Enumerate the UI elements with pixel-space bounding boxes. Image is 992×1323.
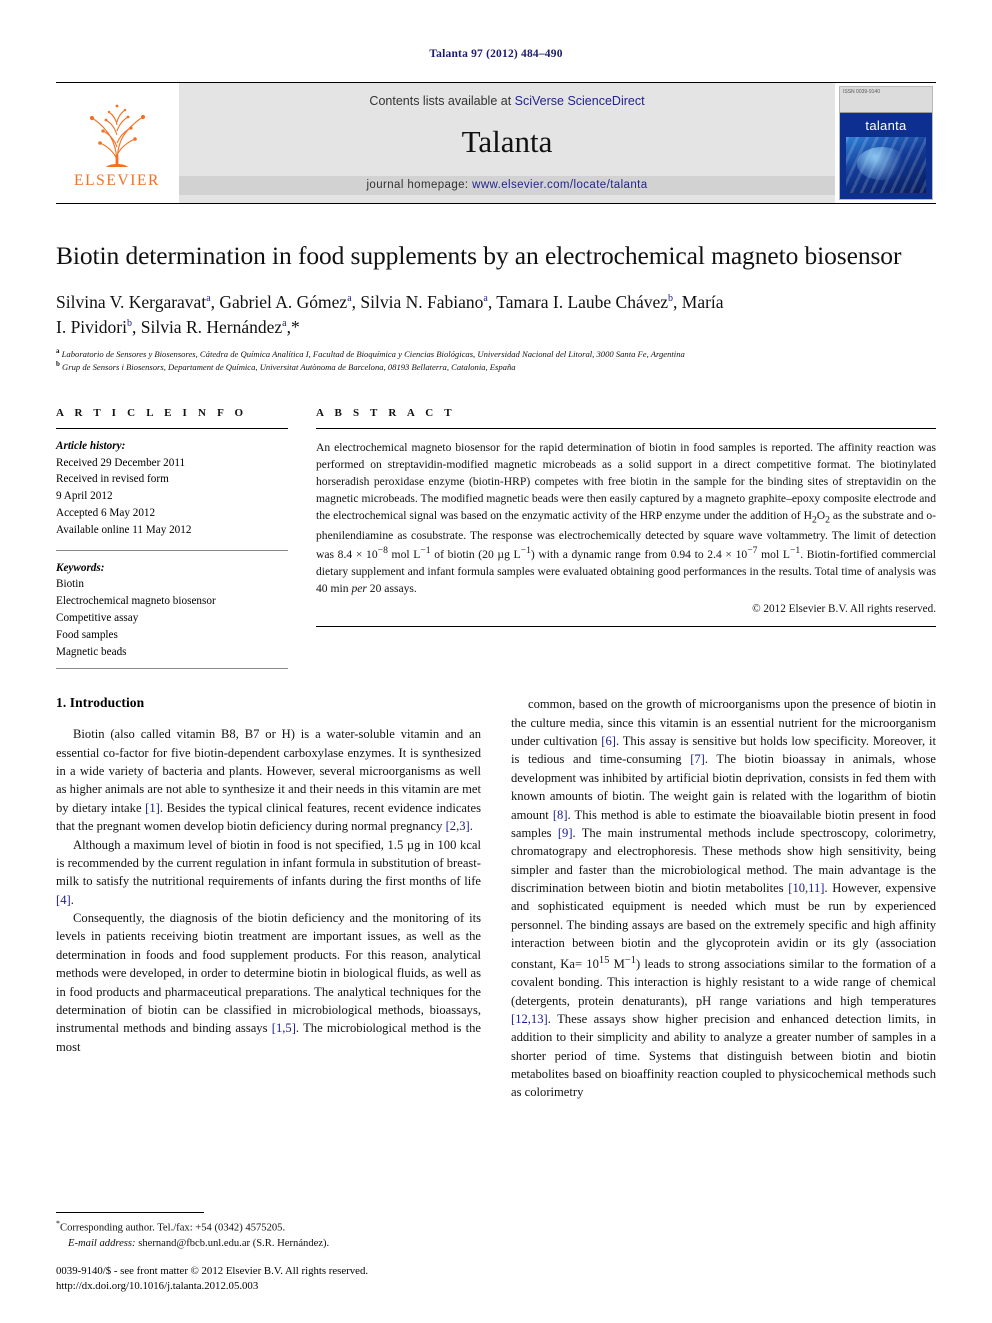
imprint-block: 0039-9140/$ - see front matter © 2012 El… — [56, 1264, 474, 1295]
keywords-block: Keywords: Biotin Electrochemical magneto… — [56, 551, 288, 661]
keyword-item: Electrochemical magneto biosensor — [56, 595, 216, 608]
elsevier-tree-icon — [80, 97, 154, 171]
affiliation-b: b Grup de Sensors i Biosensors, Departam… — [56, 359, 516, 372]
keyword-item: Food samples — [56, 628, 118, 641]
email-address[interactable]: shernand@fbcb.unl.edu.ar (S.R. Hernández… — [138, 1238, 329, 1249]
masthead-center: Contents lists available at SciVerse Sci… — [178, 83, 836, 203]
running-head: Talanta 97 (2012) 484–490 — [429, 48, 563, 60]
article-history-label: Article history: — [56, 439, 126, 452]
author-line-1: Silvina V. Kergaravata, Gabriel A. Gómez… — [56, 291, 724, 312]
abstract-copyright: © 2012 Elsevier B.V. All rights reserved… — [752, 603, 936, 616]
article-info-heading: A R T I C L E I N F O — [56, 406, 248, 419]
abstract-text: An electrochemical magneto biosensor for… — [316, 440, 936, 596]
cover-artwork — [846, 137, 926, 193]
journal-homepage-bar: journal homepage: www.elsevier.com/locat… — [179, 176, 835, 195]
history-item: 9 April 2012 — [56, 490, 113, 503]
paper-page: Talanta 97 (2012) 484–490 ELSEVIER Conte… — [0, 0, 992, 1323]
body-column-left: 1. Introduction Biotin (also called vita… — [56, 695, 481, 1101]
keyword-item: Biotin — [56, 578, 84, 591]
abstract-text-block: An electrochemical magneto biosensor for… — [316, 429, 936, 618]
article-info-bottom-rule — [56, 668, 288, 670]
contents-prefix: Contents lists available at — [369, 94, 515, 108]
abstract-bottom-rule — [316, 625, 936, 627]
body-paragraph: Although a maximum level of biotin in fo… — [56, 837, 481, 907]
info-abstract-row: A R T I C L E I N F O Article history: R… — [56, 407, 936, 670]
keyword-item: Magnetic beads — [56, 645, 127, 658]
body-paragraph: Consequently, the diagnosis of the bioti… — [56, 911, 481, 1054]
corresponding-author-text: Corresponding author. Tel./fax: +54 (034… — [60, 1222, 286, 1234]
email-note: E-mail address: shernand@fbcb.unl.edu.ar… — [56, 1236, 474, 1251]
abstract-heading: A B S T R A C T — [316, 406, 456, 419]
history-item: Received 29 December 2011 — [56, 456, 186, 469]
article-info-column: A R T I C L E I N F O Article history: R… — [56, 407, 288, 670]
elsevier-wordmark: ELSEVIER — [74, 172, 160, 189]
journal-masthead: ELSEVIER Contents lists available at Sci… — [56, 82, 936, 204]
journal-title: Talanta — [461, 123, 553, 159]
footnote-divider — [56, 1212, 204, 1214]
body-paragraph: Biotin (also called vitamin B8, B7 or H)… — [56, 727, 481, 834]
contents-available-line: Contents lists available at SciVerse Sci… — [369, 94, 644, 108]
issn-front-matter: 0039-9140/$ - see front matter © 2012 El… — [56, 1264, 369, 1277]
homepage-prefix: journal homepage: — [366, 179, 473, 191]
body-paragraph: common, based on the growth of microorga… — [511, 697, 936, 1100]
cover-journal-title: talanta — [865, 118, 907, 133]
page-title: Biotin determination in food supplements… — [56, 241, 902, 270]
author-line-2: I. Pividorib, Silvia R. Hernándeza,* — [56, 316, 300, 337]
body-column-right: common, based on the growth of microorga… — [511, 695, 936, 1101]
corresponding-author-note: *Corresponding author. Tel./fax: +54 (03… — [56, 1218, 474, 1236]
keyword-item: Competitive assay — [56, 611, 139, 624]
history-item: Received in revised form — [56, 473, 169, 486]
elsevier-logo: ELSEVIER — [56, 83, 178, 203]
introduction-heading: 1. Introduction — [56, 695, 145, 711]
sciencedirect-link[interactable]: SciVerse ScienceDirect — [515, 94, 645, 108]
affiliation-a: a Laboratorio de Sensores y Biosensores,… — [56, 347, 685, 360]
article-history-block: Article history: Received 29 December 20… — [56, 429, 288, 539]
doi-link[interactable]: http://dx.doi.org/10.1016/j.talanta.2012… — [56, 1279, 474, 1295]
history-item: Accepted 6 May 2012 — [56, 506, 156, 519]
cover-header-text: ISSN 0039-9140 — [840, 87, 932, 113]
abstract-column: A B S T R A C T An electrochemical magne… — [316, 407, 936, 670]
history-item: Available online 11 May 2012 — [56, 523, 192, 536]
homepage-link[interactable]: www.elsevier.com/locate/talanta — [472, 179, 647, 191]
footnote-area: *Corresponding author. Tel./fax: +54 (03… — [56, 1212, 474, 1295]
author-list: Silvina V. Kergaravata, Gabriel A. Gómez… — [56, 290, 936, 340]
keywords-label: Keywords: — [56, 561, 105, 574]
journal-cover-thumbnail: ISSN 0039-9140 talanta — [836, 83, 936, 203]
affiliation-list: a Laboratorio de Sensores y Biosensores,… — [56, 348, 936, 372]
email-label: E-mail address: — [68, 1237, 136, 1249]
body-columns: 1. Introduction Biotin (also called vita… — [56, 695, 936, 1101]
